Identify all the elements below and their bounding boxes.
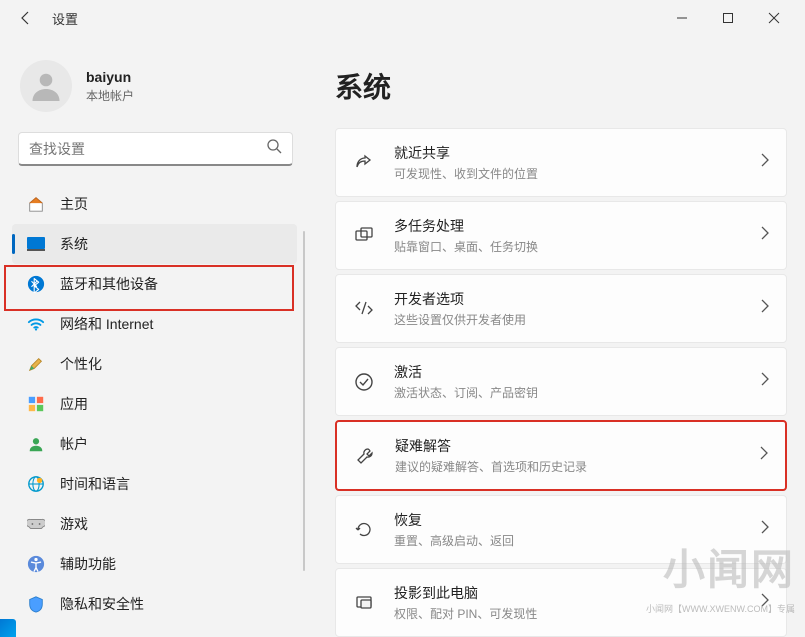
nav-list: 主页 系统 蓝牙和其他设备 网络和 Internet 个性化 bbox=[8, 184, 305, 629]
wifi-icon bbox=[26, 314, 46, 334]
chevron-right-icon bbox=[759, 446, 769, 465]
card-activation[interactable]: 激活 激活状态、订阅、产品密钥 bbox=[335, 347, 787, 416]
chevron-right-icon bbox=[760, 372, 770, 391]
search-box[interactable] bbox=[18, 132, 293, 166]
nav-label: 个性化 bbox=[60, 354, 102, 374]
nav-gaming[interactable]: 游戏 bbox=[12, 504, 297, 544]
accessibility-icon bbox=[26, 554, 46, 574]
brush-icon bbox=[26, 354, 46, 374]
card-multitasking[interactable]: 多任务处理 贴靠窗口、桌面、任务切换 bbox=[335, 201, 787, 270]
card-title: 多任务处理 bbox=[394, 216, 760, 236]
avatar bbox=[20, 60, 72, 112]
window-title: 设置 bbox=[52, 9, 78, 28]
nav-label: 主页 bbox=[60, 194, 88, 214]
system-icon bbox=[26, 234, 46, 254]
close-button[interactable] bbox=[751, 2, 797, 34]
bluetooth-icon bbox=[26, 274, 46, 294]
account-type: 本地帐户 bbox=[86, 87, 134, 104]
page-title: 系统 bbox=[335, 66, 787, 106]
nav-accounts[interactable]: 帐户 bbox=[12, 424, 297, 464]
nav-bluetooth[interactable]: 蓝牙和其他设备 bbox=[12, 264, 297, 304]
nav-label: 隐私和安全性 bbox=[60, 594, 144, 614]
card-sub: 贴靠窗口、桌面、任务切换 bbox=[394, 238, 760, 255]
card-sub: 重置、高级启动、返回 bbox=[394, 532, 760, 549]
wrench-icon bbox=[353, 446, 377, 466]
nav-privacy[interactable]: 隐私和安全性 bbox=[12, 584, 297, 624]
card-troubleshoot[interactable]: 疑难解答 建议的疑难解答、首选项和历史记录 bbox=[335, 420, 787, 491]
shield-icon bbox=[26, 594, 46, 614]
gamepad-icon bbox=[26, 514, 46, 534]
nav-time-language[interactable]: 时间和语言 bbox=[12, 464, 297, 504]
card-nearby-sharing[interactable]: 就近共享 可发现性、收到文件的位置 bbox=[335, 128, 787, 197]
apps-icon bbox=[26, 394, 46, 414]
nav-label: 游戏 bbox=[60, 514, 88, 534]
multitask-icon bbox=[352, 226, 376, 246]
chevron-right-icon bbox=[760, 520, 770, 539]
card-projecting[interactable]: 投影到此电脑 权限、配对 PIN、可发现性 bbox=[335, 568, 787, 637]
sidebar: baiyun 本地帐户 主页 系统 bbox=[0, 36, 305, 637]
nav-label: 系统 bbox=[60, 234, 88, 254]
nav-label: 辅助功能 bbox=[60, 554, 116, 574]
card-developer[interactable]: 开发者选项 这些设置仅供开发者使用 bbox=[335, 274, 787, 343]
nav-home[interactable]: 主页 bbox=[12, 184, 297, 224]
card-sub: 可发现性、收到文件的位置 bbox=[394, 165, 760, 182]
card-title: 就近共享 bbox=[394, 143, 760, 163]
taskbar-corner bbox=[0, 619, 16, 637]
chevron-right-icon bbox=[760, 299, 770, 318]
share-icon bbox=[352, 153, 376, 173]
project-icon bbox=[352, 593, 376, 613]
nav-label: 时间和语言 bbox=[60, 474, 130, 494]
back-button[interactable] bbox=[8, 0, 44, 36]
user-block[interactable]: baiyun 本地帐户 bbox=[8, 44, 305, 132]
card-recovery[interactable]: 恢复 重置、高级启动、返回 bbox=[335, 495, 787, 564]
nav-label: 帐户 bbox=[60, 434, 88, 454]
card-sub: 建议的疑难解答、首选项和历史记录 bbox=[395, 458, 759, 475]
card-title: 投影到此电脑 bbox=[394, 583, 760, 603]
card-sub: 激活状态、订阅、产品密钥 bbox=[394, 384, 760, 401]
nav-label: 网络和 Internet bbox=[60, 314, 153, 334]
chevron-right-icon bbox=[760, 593, 770, 612]
card-title: 恢复 bbox=[394, 510, 760, 530]
card-title: 开发者选项 bbox=[394, 289, 760, 309]
recovery-icon bbox=[352, 520, 376, 540]
nav-personalization[interactable]: 个性化 bbox=[12, 344, 297, 384]
nav-network[interactable]: 网络和 Internet bbox=[12, 304, 297, 344]
main-panel: 系统 就近共享 可发现性、收到文件的位置 多任务处理 贴靠窗口、桌面、任务切换 bbox=[305, 36, 805, 637]
nav-accessibility[interactable]: 辅助功能 bbox=[12, 544, 297, 584]
card-sub: 权限、配对 PIN、可发现性 bbox=[394, 605, 760, 622]
nav-label: 应用 bbox=[60, 394, 88, 414]
search-input[interactable] bbox=[19, 141, 256, 157]
card-title: 疑难解答 bbox=[395, 436, 759, 456]
home-icon bbox=[26, 194, 46, 214]
nav-apps[interactable]: 应用 bbox=[12, 384, 297, 424]
username: baiyun bbox=[86, 69, 134, 85]
check-circle-icon bbox=[352, 372, 376, 392]
person-icon bbox=[26, 434, 46, 454]
chevron-right-icon bbox=[760, 226, 770, 245]
developer-icon bbox=[352, 299, 376, 319]
nav-system[interactable]: 系统 bbox=[12, 224, 297, 264]
chevron-right-icon bbox=[760, 153, 770, 172]
maximize-button[interactable] bbox=[705, 2, 751, 34]
search-icon bbox=[256, 138, 292, 159]
card-title: 激活 bbox=[394, 362, 760, 382]
card-sub: 这些设置仅供开发者使用 bbox=[394, 311, 760, 328]
minimize-button[interactable] bbox=[659, 2, 705, 34]
globe-icon bbox=[26, 474, 46, 494]
titlebar: 设置 bbox=[0, 0, 805, 36]
nav-label: 蓝牙和其他设备 bbox=[60, 274, 158, 294]
